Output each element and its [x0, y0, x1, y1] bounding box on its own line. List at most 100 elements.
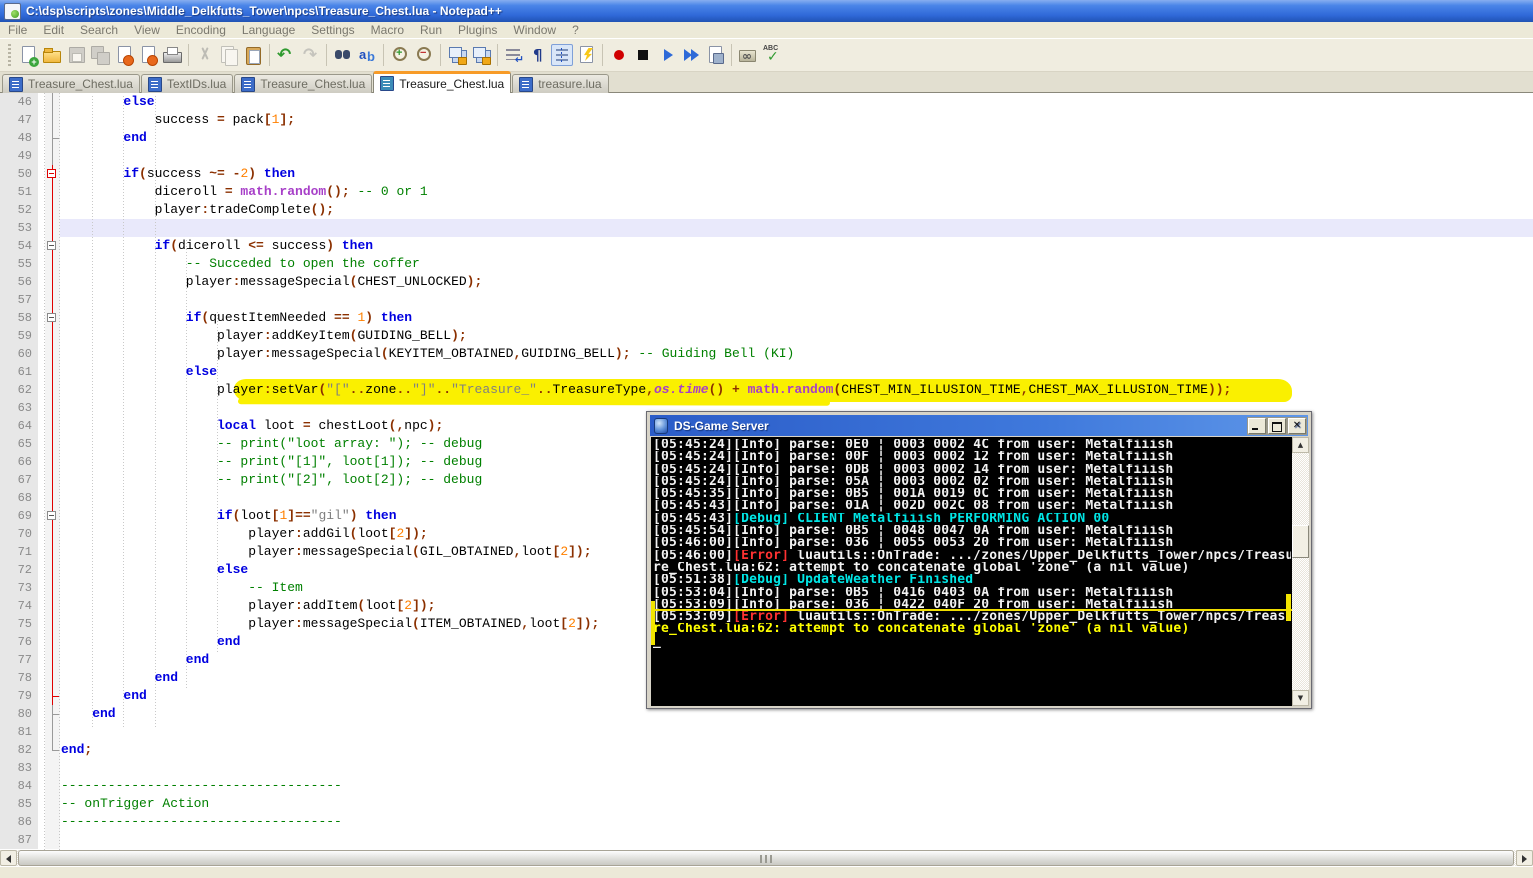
- menu-file[interactable]: File: [0, 22, 35, 38]
- fold-margin[interactable]: [45, 111, 60, 129]
- fold-margin[interactable]: [45, 471, 60, 489]
- replace-icon[interactable]: [356, 44, 378, 66]
- fold-margin[interactable]: [45, 345, 60, 363]
- close-all-icon[interactable]: [137, 44, 159, 66]
- close-file-icon[interactable]: [113, 44, 135, 66]
- fold-margin[interactable]: [45, 165, 60, 183]
- open-file-icon[interactable]: [41, 44, 63, 66]
- fold-margin[interactable]: [45, 507, 60, 525]
- function-list-icon[interactable]: [575, 44, 597, 66]
- spell-check-icon[interactable]: [761, 44, 783, 66]
- fold-margin[interactable]: [45, 831, 60, 849]
- menu-settings[interactable]: Settings: [303, 22, 362, 38]
- maximize-button[interactable]: [1268, 418, 1286, 434]
- fold-margin[interactable]: [45, 219, 60, 237]
- fold-margin[interactable]: [45, 795, 60, 813]
- tab-2-textids-lua[interactable]: TextIDs.lua: [141, 74, 233, 93]
- tab-3-treasure-chest-lua[interactable]: Treasure_Chest.lua: [234, 74, 372, 93]
- fold-margin[interactable]: [45, 705, 60, 723]
- find-icon[interactable]: [332, 44, 354, 66]
- fold-margin[interactable]: [45, 741, 60, 759]
- fold-margin[interactable]: [45, 363, 60, 381]
- fold-margin[interactable]: [45, 759, 60, 777]
- fold-margin[interactable]: [45, 723, 60, 741]
- console-scrollbar[interactable]: ▲ ▼: [1292, 437, 1309, 706]
- macro-play-icon[interactable]: [656, 44, 678, 66]
- fold-margin[interactable]: [45, 327, 60, 345]
- macro-save-icon[interactable]: [704, 44, 726, 66]
- fold-margin[interactable]: [45, 651, 60, 669]
- fold-margin[interactable]: [45, 381, 60, 399]
- fold-margin[interactable]: [45, 453, 60, 471]
- tab-4-treasure-chest-lua[interactable]: Treasure_Chest.lua: [373, 71, 511, 93]
- print-icon[interactable]: [161, 44, 183, 66]
- fold-margin[interactable]: [45, 93, 60, 111]
- zoom-out-icon[interactable]: [413, 44, 435, 66]
- tab-1-treasure-chest-lua[interactable]: Treasure_Chest.lua: [2, 74, 140, 93]
- fold-margin[interactable]: [45, 669, 60, 687]
- horizontal-scrollbar[interactable]: [0, 850, 1533, 866]
- fold-margin[interactable]: [45, 615, 60, 633]
- fold-margin[interactable]: [45, 237, 60, 255]
- macro-record-icon[interactable]: [608, 44, 630, 66]
- fold-margin[interactable]: [45, 147, 60, 165]
- fold-margin[interactable]: [45, 291, 60, 309]
- menu-?[interactable]: ?: [564, 22, 587, 38]
- minimize-button[interactable]: [1248, 418, 1266, 434]
- fold-margin[interactable]: [45, 435, 60, 453]
- fold-margin[interactable]: [45, 399, 60, 417]
- word-wrap-icon[interactable]: [503, 44, 525, 66]
- fold-margin[interactable]: [45, 597, 60, 615]
- doc-monitor-icon[interactable]: [737, 44, 759, 66]
- scrollbar-thumb[interactable]: [1292, 525, 1309, 558]
- menu-encoding[interactable]: Encoding: [168, 22, 234, 38]
- fold-margin[interactable]: [45, 579, 60, 597]
- menu-edit[interactable]: Edit: [35, 22, 72, 38]
- scroll-right-button[interactable]: [1516, 850, 1533, 866]
- fold-margin[interactable]: [45, 687, 60, 705]
- menu-window[interactable]: Window: [505, 22, 564, 38]
- scroll-up-button[interactable]: ▲: [1292, 437, 1309, 453]
- menu-view[interactable]: View: [126, 22, 168, 38]
- fold-margin[interactable]: [45, 525, 60, 543]
- fold-collapse-box[interactable]: [47, 241, 56, 250]
- fold-margin[interactable]: [45, 273, 60, 291]
- paste-icon[interactable]: [242, 44, 264, 66]
- fold-margin[interactable]: [45, 183, 60, 201]
- fold-collapse-box[interactable]: [47, 169, 56, 178]
- console-title-bar[interactable]: DS-Game Server: [650, 415, 1308, 436]
- show-all-chars-icon[interactable]: [527, 44, 549, 66]
- scroll-left-button[interactable]: [0, 850, 17, 866]
- toolbar-grip[interactable]: [8, 44, 11, 66]
- macro-multi-icon[interactable]: [680, 44, 702, 66]
- ds-game-server-window[interactable]: DS-Game Server [05:45:24][Info] parse: 0…: [646, 411, 1312, 709]
- close-button[interactable]: [1288, 418, 1306, 434]
- fold-collapse-box[interactable]: [47, 313, 56, 322]
- new-file-icon[interactable]: [17, 44, 39, 66]
- scroll-down-button[interactable]: ▼: [1292, 690, 1309, 706]
- menu-language[interactable]: Language: [234, 22, 303, 38]
- fold-collapse-box[interactable]: [47, 511, 56, 520]
- scrollbar-grip[interactable]: [760, 855, 772, 863]
- menu-macro[interactable]: Macro: [363, 22, 412, 38]
- fold-margin[interactable]: [45, 543, 60, 561]
- tab-5-treasure-lua[interactable]: treasure.lua: [512, 74, 608, 93]
- menu-plugins[interactable]: Plugins: [450, 22, 505, 38]
- menu-search[interactable]: Search: [72, 22, 126, 38]
- menu-run[interactable]: Run: [412, 22, 450, 38]
- fold-margin[interactable]: [45, 417, 60, 435]
- indent-guide-icon[interactable]: [551, 44, 573, 66]
- fold-margin[interactable]: [45, 777, 60, 795]
- sync-horizontal-icon[interactable]: [470, 44, 492, 66]
- zoom-in-icon[interactable]: [389, 44, 411, 66]
- scrollbar-thumb[interactable]: [18, 850, 1514, 866]
- fold-margin[interactable]: [45, 129, 60, 147]
- fold-margin[interactable]: [45, 561, 60, 579]
- fold-margin[interactable]: [45, 201, 60, 219]
- macro-stop-icon[interactable]: [632, 44, 654, 66]
- sync-vertical-icon[interactable]: [446, 44, 468, 66]
- undo-icon[interactable]: [275, 44, 297, 66]
- fold-margin[interactable]: [45, 489, 60, 507]
- fold-margin[interactable]: [45, 813, 60, 831]
- fold-margin[interactable]: [45, 309, 60, 327]
